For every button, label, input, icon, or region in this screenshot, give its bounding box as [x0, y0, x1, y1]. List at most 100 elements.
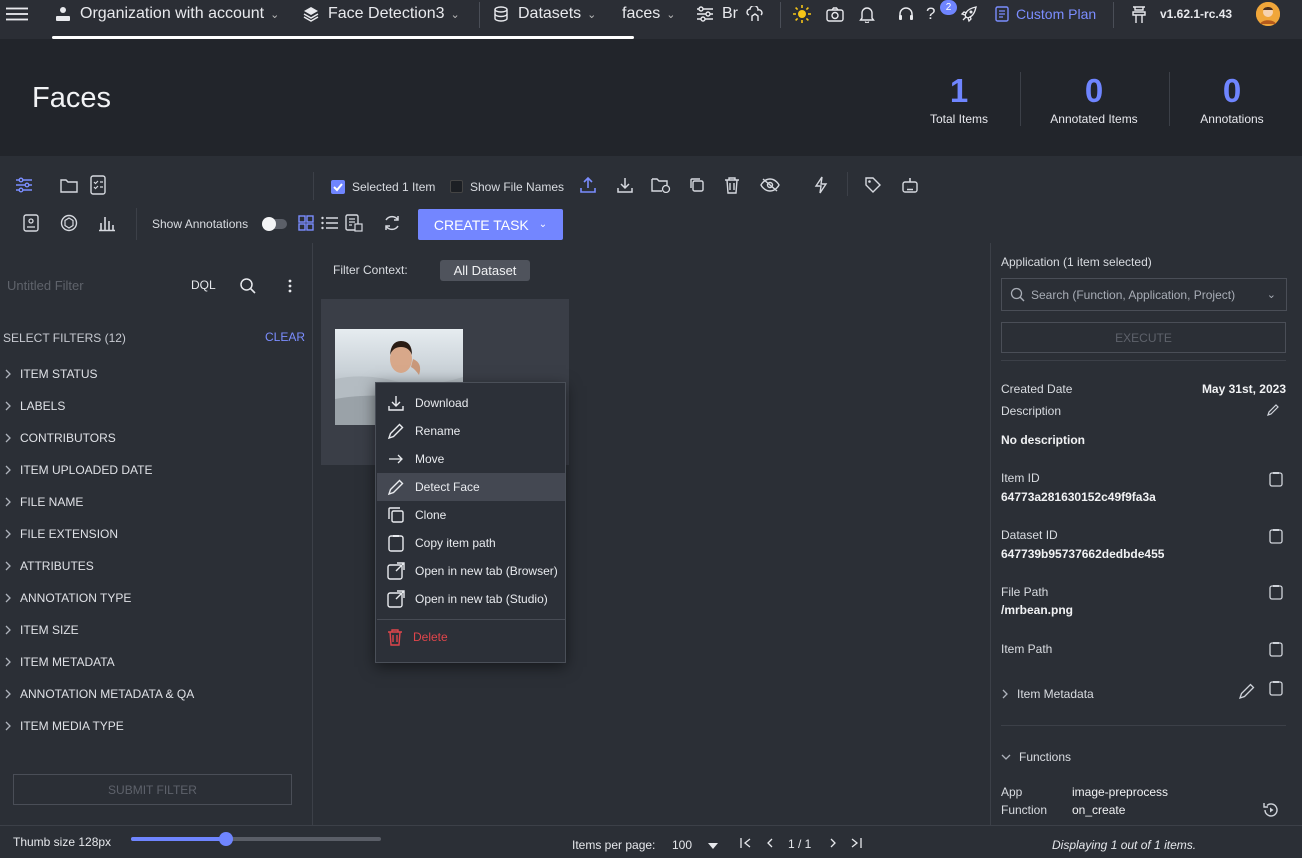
thumb-size-slider[interactable]	[131, 832, 381, 846]
delete-button[interactable]	[721, 174, 743, 196]
filter-category-item[interactable]: LABELS	[4, 399, 65, 413]
create-task-button[interactable]: CREATE TASK ⌄	[418, 209, 563, 240]
notifications-button[interactable]	[856, 0, 878, 28]
copy-item-path-button[interactable]	[1269, 641, 1285, 657]
filter-search-button[interactable]	[237, 275, 259, 297]
table-view-button[interactable]	[343, 212, 365, 234]
filter-category-item[interactable]: ITEM STATUS	[4, 367, 98, 381]
version-button[interactable]: v1.62.1-rc.43	[1128, 0, 1232, 28]
context-menu-item-detect-face[interactable]: Detect Face	[377, 473, 565, 501]
context-menu-item-open-in-new-tab-studio[interactable]: Open in new tab (Studio)	[377, 585, 565, 613]
context-menu-item-open-in-new-tab-browser[interactable]: Open in new tab (Browser)	[377, 557, 565, 585]
menu-button[interactable]	[6, 0, 28, 28]
context-menu-item-delete[interactable]: Delete	[377, 623, 565, 651]
filter-category-item[interactable]: ITEM UPLOADED DATE	[4, 463, 152, 477]
screenshot-button[interactable]	[824, 0, 846, 28]
upload-button[interactable]	[577, 174, 599, 196]
execute-button[interactable]: EXECUTE	[1001, 322, 1286, 353]
clear-filters-link[interactable]: CLEAR	[265, 330, 305, 344]
context-menu-item-rename[interactable]: Rename	[377, 417, 565, 445]
context-menu-item-move[interactable]: Move	[377, 445, 565, 473]
hide-button[interactable]	[759, 174, 781, 196]
theme-toggle-button[interactable]	[791, 0, 813, 28]
filter-name-input[interactable]: Untitled Filter	[7, 278, 84, 293]
list-view-button[interactable]	[319, 212, 341, 234]
first-page-button[interactable]	[736, 833, 756, 853]
statistics-button[interactable]	[96, 212, 118, 234]
dql-button[interactable]: DQL	[191, 278, 216, 292]
item-details-button[interactable]	[20, 212, 42, 234]
filter-more-button[interactable]	[279, 275, 301, 297]
folders-button[interactable]	[58, 174, 80, 196]
item-metadata-label: Item Metadata	[1017, 687, 1094, 701]
divider	[136, 208, 137, 240]
section-selector[interactable]: Datasets ⌄	[490, 0, 596, 28]
dataset-selector[interactable]: faces ⌄	[622, 0, 675, 28]
items-per-page-select[interactable]: 100	[672, 838, 719, 852]
org-selector[interactable]: Organization with account ⌄	[52, 0, 279, 28]
saved-filters-button[interactable]	[87, 174, 109, 196]
next-page-button[interactable]	[823, 833, 843, 853]
filter-sliders-icon	[15, 177, 33, 193]
copy-file-path-button[interactable]	[1269, 584, 1285, 600]
divider	[313, 172, 314, 200]
filter-category-item[interactable]: ITEM SIZE	[4, 623, 79, 637]
filter-category-item[interactable]: ITEM METADATA	[4, 655, 115, 669]
tag-button[interactable]	[862, 174, 884, 196]
select-all-checkbox[interactable]	[331, 180, 345, 194]
branch-selector[interactable]: Br	[694, 0, 738, 28]
chevron-down-icon: ⌄	[538, 219, 548, 230]
functions-expander[interactable]: Functions	[1001, 750, 1071, 764]
run-function-button[interactable]	[810, 174, 832, 196]
filter-category-item[interactable]: ANNOTATION TYPE	[4, 591, 131, 605]
edit-description-button[interactable]	[1266, 403, 1282, 419]
chevron-right-icon	[4, 529, 12, 539]
project-selector[interactable]: Face Detection3 ⌄	[300, 0, 460, 28]
copy-metadata-button[interactable]	[1269, 680, 1285, 696]
filter-context-chip[interactable]: All Dataset	[440, 260, 530, 281]
previous-page-button[interactable]	[760, 833, 780, 853]
filter-category-label: ITEM STATUS	[20, 367, 98, 381]
chevron-down-icon: ⌄	[1266, 289, 1276, 301]
rerun-function-button[interactable]	[1262, 801, 1280, 819]
chevron-right-icon	[4, 625, 12, 635]
clone-button[interactable]	[686, 174, 708, 196]
download-button[interactable]	[614, 174, 636, 196]
last-page-button[interactable]	[846, 833, 866, 853]
rocket-button[interactable]	[958, 0, 980, 28]
model-button[interactable]	[899, 174, 921, 196]
submit-filter-button[interactable]: SUBMIT FILTER	[13, 774, 292, 805]
filters-panel-button[interactable]	[13, 174, 35, 196]
plan-button[interactable]: Custom Plan	[994, 0, 1096, 28]
apps-icon	[60, 214, 78, 232]
applications-button[interactable]	[58, 212, 80, 234]
filter-category-item[interactable]: CONTRIBUTORS	[4, 431, 116, 445]
show-annotations-toggle[interactable]	[262, 217, 287, 231]
show-file-names-checkbox[interactable]	[450, 180, 463, 193]
context-menu-item-clone[interactable]: Clone	[377, 501, 565, 529]
cloud-button[interactable]	[744, 0, 766, 28]
function-search-input[interactable]: Search (Function, Application, Project) …	[1001, 278, 1287, 311]
list-icon	[321, 216, 339, 230]
filter-category-item[interactable]: FILE NAME	[4, 495, 83, 509]
slider-handle[interactable]	[219, 832, 233, 846]
refresh-button[interactable]	[381, 212, 403, 234]
item-metadata-expander[interactable]: Item Metadata	[1001, 687, 1094, 701]
move-to-folder-button[interactable]	[650, 174, 672, 196]
toggle-knob	[262, 217, 276, 231]
filter-category-item[interactable]: FILE EXTENSION	[4, 527, 118, 541]
context-menu-item-download[interactable]: Download	[377, 389, 565, 417]
filter-category-item[interactable]: ITEM MEDIA TYPE	[4, 719, 124, 733]
filter-category-item[interactable]: ATTRIBUTES	[4, 559, 94, 573]
copy-dataset-id-button[interactable]	[1269, 528, 1285, 544]
support-button[interactable]	[895, 0, 917, 28]
grid-view-button[interactable]	[295, 212, 317, 234]
user-avatar-button[interactable]	[1256, 0, 1280, 28]
item-path-label: Item Path	[1001, 642, 1053, 656]
help-button[interactable]: ? 2	[926, 0, 957, 28]
filter-category-item[interactable]: ANNOTATION METADATA & QA	[4, 687, 194, 701]
chevron-down-icon: ⌄	[270, 8, 280, 21]
context-menu-item-copy-item-path[interactable]: Copy item path	[377, 529, 565, 557]
edit-metadata-button[interactable]	[1238, 682, 1256, 700]
copy-item-id-button[interactable]	[1269, 471, 1285, 487]
